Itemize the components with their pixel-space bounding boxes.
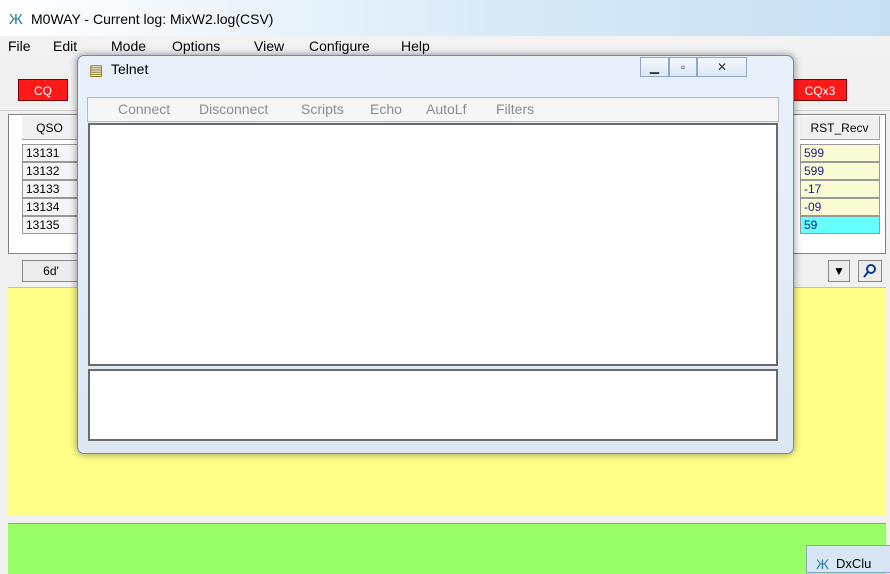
qso-cell[interactable]: 13132: [22, 162, 78, 180]
telnet-menu-connect[interactable]: Connect: [118, 101, 170, 117]
close-button[interactable]: ✕: [697, 57, 747, 77]
qso-cell[interactable]: 13133: [22, 180, 78, 198]
rst-recv-column-header[interactable]: RST_Recv: [800, 116, 880, 140]
qso-cell[interactable]: 13135: [22, 216, 78, 234]
rst-recv-cell[interactable]: 599: [800, 144, 880, 162]
telnet-output-area[interactable]: [88, 123, 778, 366]
qso-cell[interactable]: 13131: [22, 144, 78, 162]
rst-recv-cell[interactable]: -17: [800, 180, 880, 198]
search-icon[interactable]: [858, 260, 882, 282]
menu-help[interactable]: Help: [401, 38, 430, 54]
telnet-menu-filters[interactable]: Filters: [496, 101, 534, 117]
dropdown-arrow-icon[interactable]: ▼: [828, 260, 850, 282]
telnet-menu-disconnect[interactable]: Disconnect: [199, 101, 268, 117]
cq-button[interactable]: CQ: [18, 79, 68, 101]
menu-configure[interactable]: Configure: [309, 38, 370, 54]
rst-recv-cell[interactable]: 599: [800, 162, 880, 180]
butterfly-app-icon: Ж: [9, 11, 23, 28]
window-title: M0WAY - Current log: MixW2.log(CSV): [31, 11, 274, 27]
telnet-window-icon: ▤: [89, 62, 104, 79]
telnet-title: Telnet: [111, 61, 149, 77]
view-glasses-button[interactable]: 6d': [22, 260, 80, 282]
telnet-menu-scripts[interactable]: Scripts: [301, 101, 344, 117]
qso-column-header[interactable]: QSO: [22, 116, 78, 140]
transmit-text-panel[interactable]: [8, 523, 886, 574]
telnet-input-area[interactable]: [88, 369, 778, 441]
dxcluster-title: DxClu: [836, 556, 872, 571]
butterfly-app-icon: Ж: [816, 556, 829, 572]
menu-edit[interactable]: Edit: [53, 38, 77, 54]
menu-mode[interactable]: Mode: [111, 38, 146, 54]
menu-options[interactable]: Options: [172, 38, 220, 54]
maximize-button[interactable]: ▫: [669, 57, 697, 77]
telnet-menu-autolf[interactable]: AutoLf: [426, 101, 466, 117]
qso-cell[interactable]: 13134: [22, 198, 78, 216]
telnet-menu-echo[interactable]: Echo: [370, 101, 402, 117]
rst-recv-cell[interactable]: -09: [800, 198, 880, 216]
menu-file[interactable]: File: [8, 38, 31, 54]
cqx3-button[interactable]: CQx3: [793, 79, 847, 101]
minimize-button[interactable]: ▁: [640, 57, 669, 77]
rst-recv-cell-selected[interactable]: 59: [800, 216, 880, 234]
menu-view[interactable]: View: [254, 38, 284, 54]
